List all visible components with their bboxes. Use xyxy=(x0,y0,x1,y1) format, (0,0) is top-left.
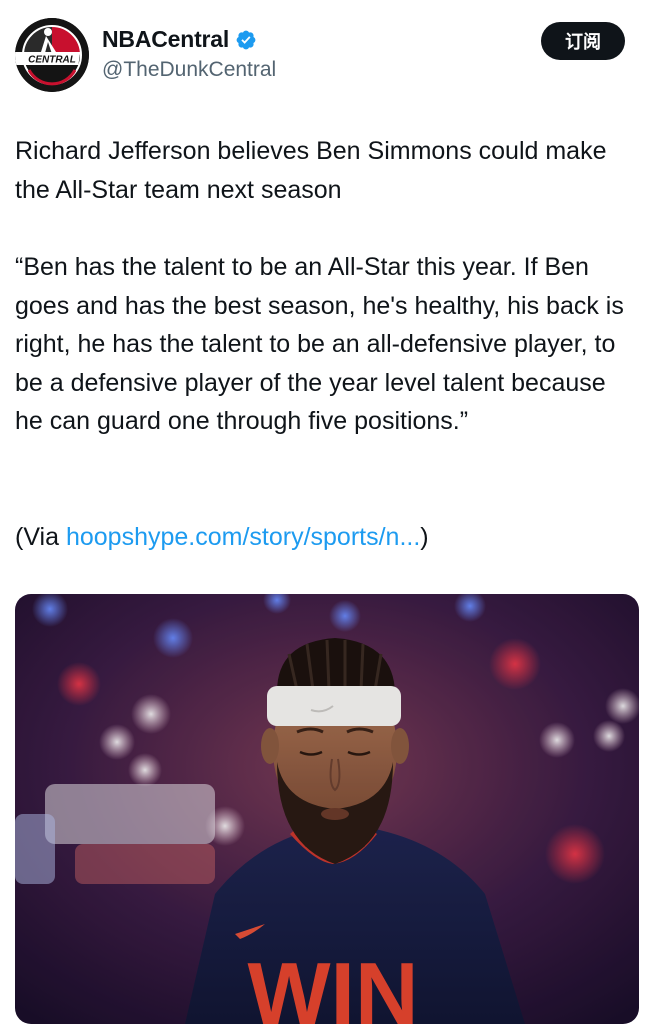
tweet-photo[interactable]: WIN xyxy=(15,594,639,1024)
player-photo: WIN xyxy=(15,594,639,1024)
avatar[interactable]: CENTRAL xyxy=(15,18,89,92)
author-handle[interactable]: @TheDunkCentral xyxy=(102,58,276,82)
subscribe-button[interactable]: 订阅 xyxy=(541,22,625,60)
via-suffix: ) xyxy=(420,523,429,551)
verified-badge-icon xyxy=(236,30,256,49)
via-prefix: (Via xyxy=(15,523,66,551)
tweet-quote: “Ben has the talent to be an All-Star th… xyxy=(15,253,624,435)
tweet-header: CENTRAL NBACentral @TheDunkCentral 订阅 xyxy=(0,0,653,110)
nbacentral-logo-icon: CENTRAL xyxy=(15,18,89,92)
tweet-headline: Richard Jefferson believes Ben Simmons c… xyxy=(15,137,607,204)
avatar-text: CENTRAL xyxy=(28,55,76,66)
author-name-line: NBACentral xyxy=(102,26,257,53)
tweet-source: (Via hoopshype.com/story/sports/n...) xyxy=(15,518,640,557)
source-link[interactable]: hoopshype.com/story/sports/n... xyxy=(66,523,420,551)
author-display-name[interactable]: NBACentral xyxy=(102,26,229,53)
